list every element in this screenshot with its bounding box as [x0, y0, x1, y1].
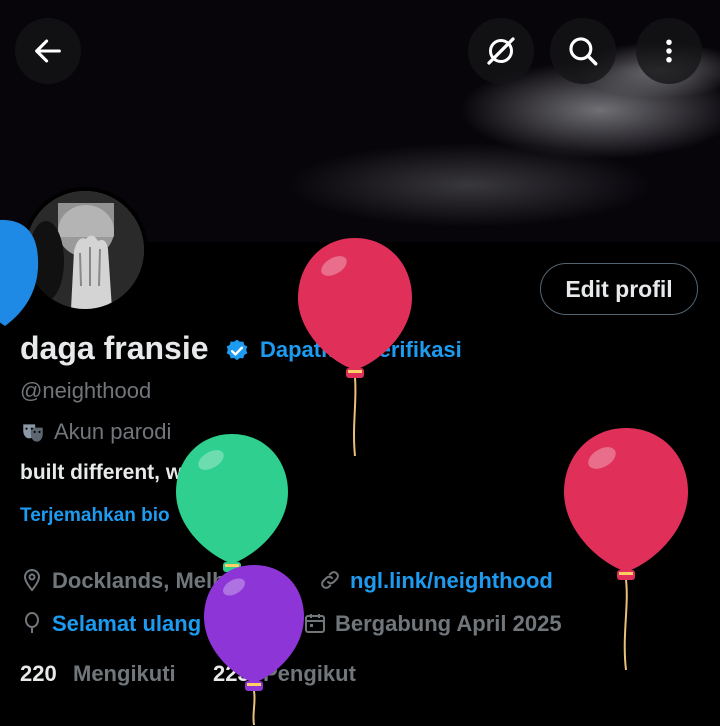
- avatar[interactable]: [22, 187, 148, 313]
- followers-count[interactable]: 223: [213, 661, 250, 687]
- back-button[interactable]: [15, 18, 81, 84]
- followers-label[interactable]: Pengikut: [263, 661, 356, 687]
- following-count[interactable]: 220: [20, 661, 57, 687]
- profile-bio: built different, wired weird.: [20, 461, 288, 484]
- more-button[interactable]: [636, 18, 702, 84]
- balloon-icon: [25, 612, 39, 633]
- grok-button[interactable]: [468, 18, 534, 84]
- avatar-photo: [26, 191, 144, 309]
- search-button[interactable]: [550, 18, 616, 84]
- birthday-link[interactable]: Selamat ulang tahun!: [52, 611, 274, 637]
- profile-location: Docklands, Melbourne: [52, 568, 287, 593]
- profile-handle: @neighthood: [20, 378, 152, 403]
- profile-name: daga fransie: [20, 330, 209, 366]
- get-verified-link[interactable]: Dapatkan Verifikasi: [260, 337, 462, 363]
- translate-bio-link[interactable]: Terjemahkan bio: [20, 505, 170, 527]
- parody-account-label: Akun parodi: [54, 419, 172, 444]
- calendar-icon: [305, 614, 325, 633]
- theater-mask-icon: [23, 424, 43, 442]
- location-pin-icon: [23, 568, 41, 592]
- search-icon: [569, 37, 598, 66]
- joined-date: Bergabung April 2025: [335, 611, 562, 636]
- edit-profile-button[interactable]: Edit profil: [540, 263, 698, 315]
- link-icon: [321, 571, 339, 589]
- red-balloon-right: [564, 428, 688, 671]
- verified-badge-icon: [226, 339, 248, 361]
- arrow-left-icon: [35, 39, 61, 63]
- grok-slash-icon: [487, 37, 515, 65]
- more-vertical-icon: [666, 39, 672, 63]
- following-label[interactable]: Mengikuti: [73, 661, 176, 687]
- website-link[interactable]: ngl.link/neighthood: [350, 568, 553, 594]
